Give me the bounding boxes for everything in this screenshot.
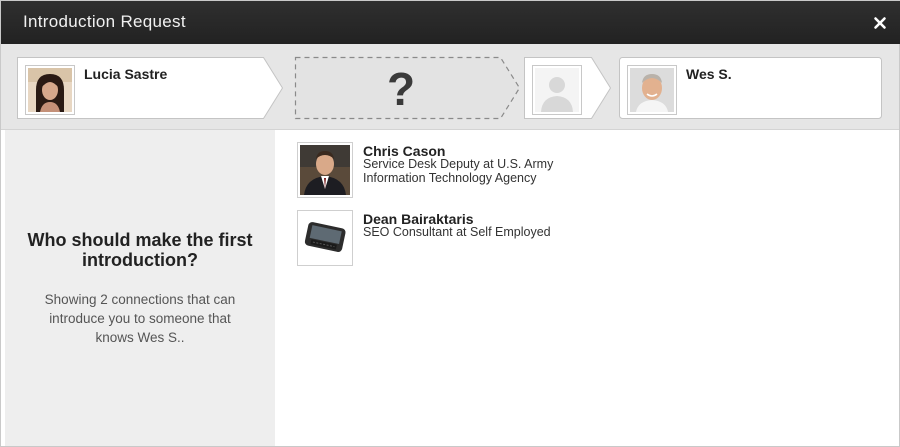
unknown-connection-question-mark: ? [386, 63, 416, 115]
connection-headline: SEO Consultant at Self Employed [363, 225, 551, 239]
dialog-header: Introduction Request [1, 1, 900, 44]
from-person-name: Lucia Sastre [84, 66, 168, 82]
person-photo-icon [300, 145, 350, 195]
panel-heading: Who should make the first introduction? [27, 230, 253, 270]
person-silhouette-icon [535, 68, 579, 112]
path-arrows [17, 56, 882, 120]
placeholder-avatar [532, 65, 582, 115]
to-person-avatar [627, 65, 677, 115]
panel-description: Showing 2 connections that can introduce… [44, 292, 236, 345]
close-button[interactable] [871, 14, 889, 32]
connection-photo [297, 210, 353, 266]
man-photo-icon [630, 68, 674, 112]
info-panel: Who should make the first introduction? … [5, 130, 275, 446]
from-person-avatar [25, 65, 75, 115]
connection-photo [297, 142, 353, 198]
phone-photo-icon [300, 213, 350, 263]
close-icon [874, 17, 886, 29]
introduction-request-dialog: Introduction Request Lucia Sastre ? Wes … [0, 0, 900, 447]
connection-item-chris-cason[interactable]: Chris Cason Service Desk Deputy at U.S. … [297, 142, 877, 210]
connection-headline: Service Desk Deputy at U.S. Army Informa… [363, 157, 554, 185]
woman-photo-icon [28, 68, 72, 112]
connection-item-dean-bairaktaris[interactable]: Dean Bairaktaris SEO Consultant at Self … [297, 210, 877, 278]
to-person-name: Wes S. [686, 66, 732, 82]
connections-list: Chris Cason Service Desk Deputy at U.S. … [297, 142, 877, 278]
dialog-title: Introduction Request [23, 12, 186, 31]
introduction-path: Lucia Sastre ? Wes S. [1, 44, 899, 130]
